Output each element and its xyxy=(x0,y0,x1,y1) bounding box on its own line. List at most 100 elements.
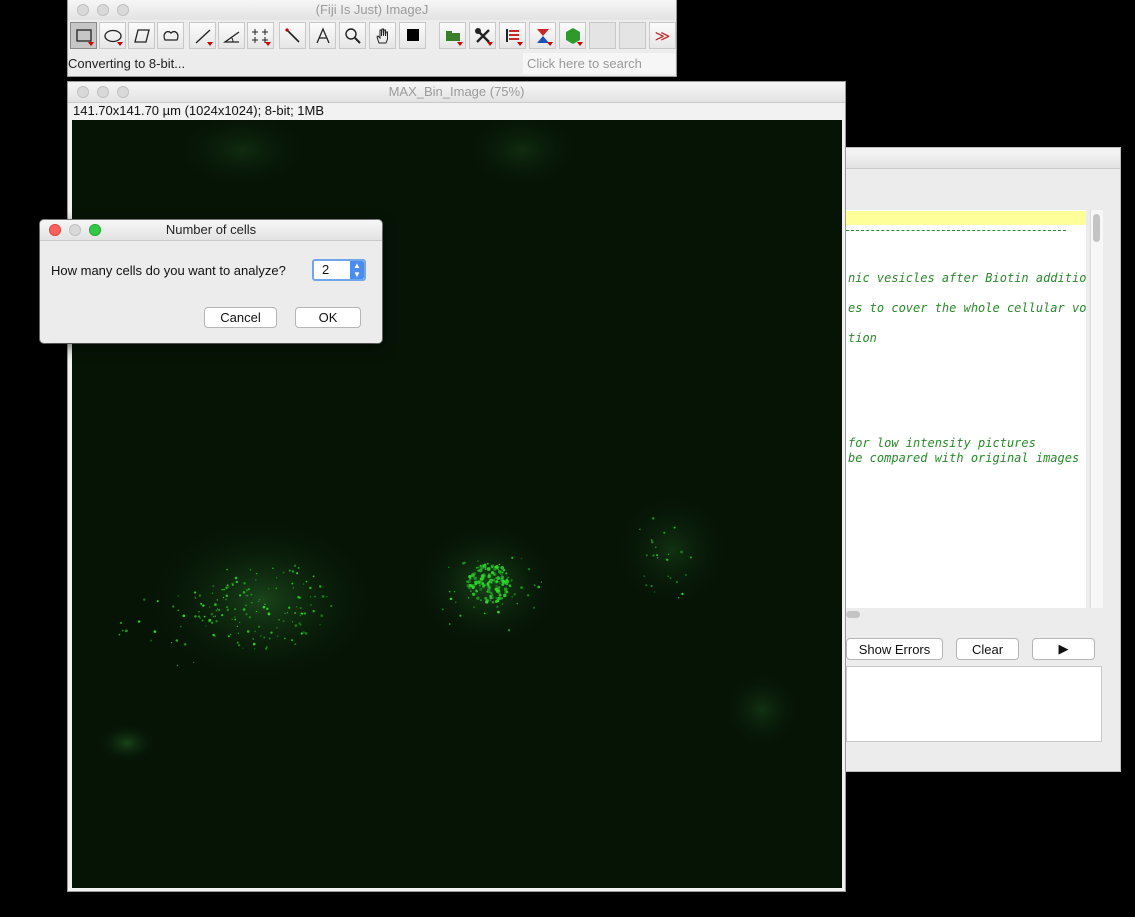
fluorescent-spot xyxy=(476,580,481,585)
code-line: es to cover the whole cellular volu xyxy=(848,301,1086,315)
freehand-tool[interactable] xyxy=(157,22,184,49)
plugin-tool[interactable] xyxy=(559,22,586,49)
zoom-icon[interactable] xyxy=(89,224,101,236)
fluorescent-spot xyxy=(223,588,225,591)
stack-tools-tool[interactable] xyxy=(499,22,526,49)
spinner-value[interactable]: 2 xyxy=(322,262,329,277)
script-editor-window: nic vesicles after Biotin addition es to… xyxy=(846,147,1121,772)
clear-button[interactable]: Clear xyxy=(956,638,1019,660)
cell-count-spinner[interactable]: 2 ▲ ▼ xyxy=(312,259,366,281)
point-tool[interactable] xyxy=(247,22,274,49)
rectangle-tool[interactable] xyxy=(70,22,97,49)
vertical-scrollbar[interactable] xyxy=(1090,210,1103,608)
zoom-icon[interactable] xyxy=(117,86,129,98)
lut-tools-tool[interactable] xyxy=(529,22,556,49)
fluorescent-spot xyxy=(489,594,492,598)
fluorescent-spot xyxy=(689,556,693,559)
fluorescent-spot xyxy=(510,579,513,582)
fluorescent-spot xyxy=(238,594,242,597)
angle-tool[interactable] xyxy=(218,22,245,49)
fluorescent-spot xyxy=(201,619,204,622)
fluorescent-spot xyxy=(481,573,486,578)
fluorescent-spot xyxy=(235,580,238,584)
fluorescent-spot xyxy=(509,585,512,588)
number-of-cells-dialog: Number of cells How many cells do you wa… xyxy=(40,220,382,343)
close-icon[interactable] xyxy=(49,224,61,236)
fluorescent-spot xyxy=(270,631,273,634)
fluorescent-spot xyxy=(242,590,246,594)
fluorescent-spot xyxy=(125,629,128,633)
code-editor[interactable]: nic vesicles after Biotin addition es to… xyxy=(846,210,1086,608)
cancel-button[interactable]: Cancel xyxy=(204,307,277,328)
fluorescent-spot xyxy=(467,596,470,599)
zoom-icon[interactable] xyxy=(117,4,129,16)
fluorescent-spot xyxy=(296,572,299,575)
fluorescent-spot xyxy=(234,576,238,580)
fluorescent-spot xyxy=(314,595,316,598)
magnifier-tool[interactable] xyxy=(339,22,366,49)
minimize-icon[interactable] xyxy=(69,224,81,236)
fluorescent-spot xyxy=(297,595,300,599)
text-tool[interactable] xyxy=(309,22,336,49)
minimize-icon[interactable] xyxy=(97,86,109,98)
wand-tool[interactable] xyxy=(279,22,306,49)
fluorescent-spot xyxy=(330,604,333,608)
polygon-tool[interactable] xyxy=(128,22,155,49)
fluorescent-spot xyxy=(505,572,508,575)
fluorescent-spot xyxy=(467,586,472,590)
cell-haze xyxy=(97,723,157,763)
color-picker-tool[interactable] xyxy=(399,22,426,49)
horizontal-scroll-thumb[interactable] xyxy=(846,611,860,618)
command-search-input[interactable] xyxy=(523,53,675,74)
fluorescent-spot xyxy=(258,599,261,601)
fluorescent-spot xyxy=(482,577,485,581)
fluorescent-spot xyxy=(667,575,670,578)
fluorescent-spot xyxy=(449,597,453,601)
code-line: nic vesicles after Biotin addition xyxy=(848,271,1086,285)
fluorescent-spot xyxy=(489,599,492,602)
fluorescent-spot xyxy=(300,632,303,635)
fluorescent-spot xyxy=(209,606,211,608)
fluorescent-spot xyxy=(304,632,308,635)
fluorescent-spot xyxy=(516,602,519,605)
cell-haze xyxy=(172,120,312,190)
close-icon[interactable] xyxy=(77,4,89,16)
fluorescent-spot xyxy=(262,605,266,609)
fluorescent-spot xyxy=(467,581,469,583)
fluorescent-spot xyxy=(234,608,237,611)
ok-button[interactable]: OK xyxy=(295,307,361,328)
fluorescent-spot xyxy=(243,582,246,585)
oval-tool[interactable] xyxy=(99,22,126,49)
close-icon[interactable] xyxy=(77,86,89,98)
fluorescent-spot xyxy=(481,582,485,585)
empty-tool-slot[interactable] xyxy=(589,22,616,49)
fluorescent-spot xyxy=(533,584,536,587)
fluorescent-spot xyxy=(203,615,206,618)
image-menu-tool[interactable] xyxy=(439,22,466,49)
line-tool[interactable] xyxy=(189,22,216,49)
fluorescent-spot xyxy=(234,618,237,621)
fluorescent-spot xyxy=(483,612,486,615)
hand-tool[interactable] xyxy=(369,22,396,49)
fluorescent-spot xyxy=(501,603,504,605)
fluorescent-spot xyxy=(491,600,495,604)
stepper-arrows-icon[interactable]: ▲ ▼ xyxy=(350,261,364,279)
show-errors-button[interactable]: Show Errors xyxy=(846,638,943,660)
fluorescent-spot xyxy=(142,598,146,601)
fluorescent-spot xyxy=(500,566,504,570)
run-button[interactable]: ▶ xyxy=(1032,638,1095,660)
fluorescent-spot xyxy=(267,588,270,590)
fluorescent-spot xyxy=(652,554,655,557)
fluorescent-spot xyxy=(291,582,294,585)
fluorescent-spot xyxy=(176,664,179,667)
developer-tools-tool[interactable] xyxy=(469,22,496,49)
folder-icon xyxy=(445,30,460,41)
more-tools-button[interactable]: ≫ xyxy=(649,22,676,49)
fluorescent-spot xyxy=(520,558,522,560)
fluorescent-spot xyxy=(319,585,322,588)
fluorescent-spot xyxy=(312,575,315,578)
minimize-icon[interactable] xyxy=(97,4,109,16)
empty-tool-slot[interactable] xyxy=(619,22,646,49)
fluorescent-spot xyxy=(498,580,501,583)
scroll-thumb[interactable] xyxy=(1093,214,1100,242)
